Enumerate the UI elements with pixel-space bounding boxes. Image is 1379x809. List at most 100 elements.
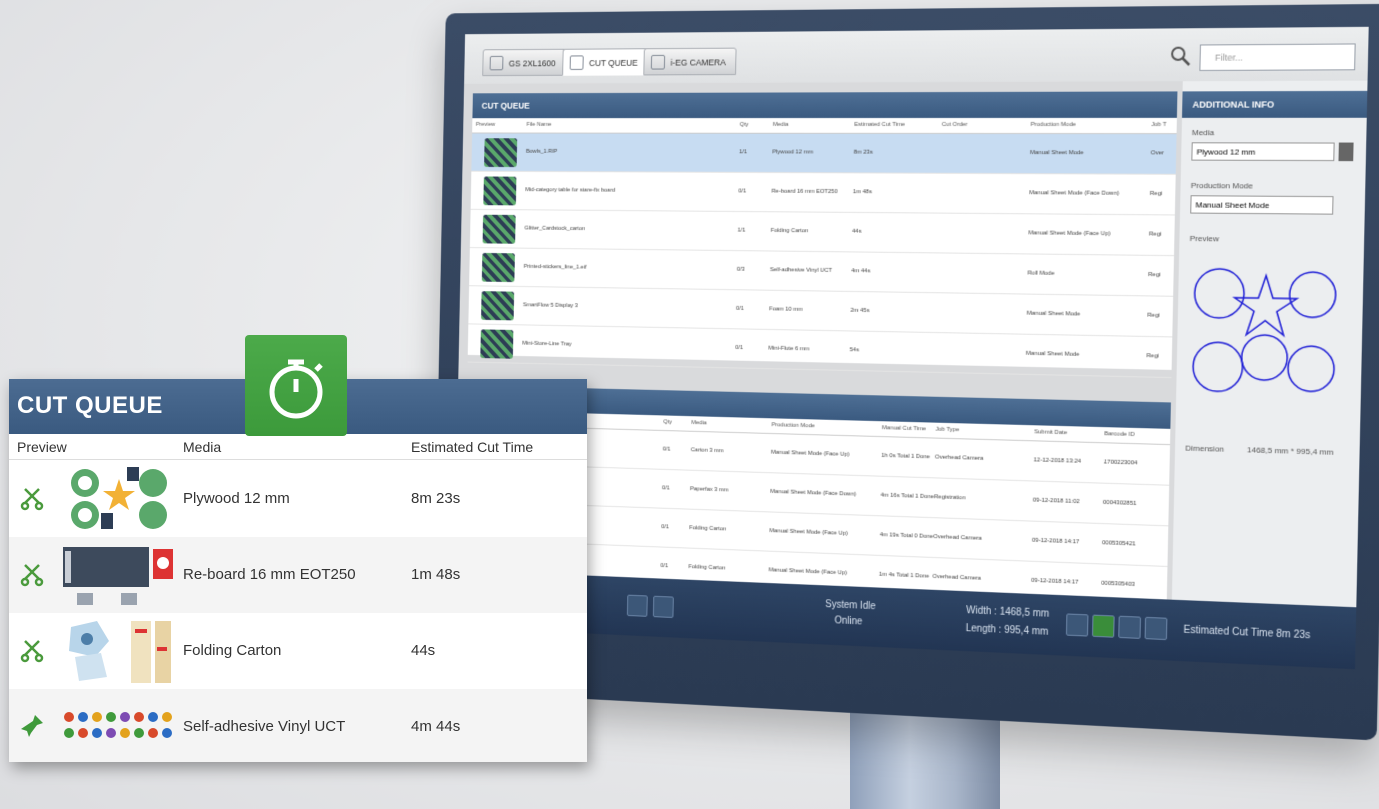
media-select[interactable]: Plywood 12 mm [1191,142,1335,162]
cell-file: Bowls_1.RIP [525,148,558,155]
cell-mode: Manual Sheet Mode [1025,350,1080,358]
job-thumbnail [480,329,514,359]
production-label: Production Mode [1190,180,1254,191]
edit-icon[interactable] [1338,142,1354,162]
additional-info-panel: ADDITIONAL INFO Media Plywood 12 mm Prod… [1170,80,1368,670]
col-media: Media [691,420,707,427]
col-job: Job T [1151,121,1167,129]
callout-row[interactable]: Folding Carton 44s [9,613,587,689]
job-thumbnail [482,214,516,244]
callout-row[interactable]: Self-adhesive Vinyl UCT 4m 44s [9,689,587,762]
cell-qty: 0/1 [738,188,747,195]
estimated-cut-time: Estimated Cut Time 8m 23s [1183,624,1311,642]
status-text: System Idle [825,599,876,613]
col-time: Estimated Cut Time [411,439,534,455]
cell-file: SmartFlow 5 Display 3 [522,302,578,310]
cell-time: 54s [849,347,860,354]
cell-media: Self-adhesive Vinyl UCT [769,267,833,274]
cell-barcode: 0005305421 [1101,540,1136,548]
stop-icon[interactable] [1065,613,1089,637]
table-header: Preview File Name Qty Media Estimated Cu… [472,117,1177,135]
panel-title: ADDITIONAL INFO [1192,99,1275,110]
camera-icon [650,54,666,70]
cell-qty: 0/3 [736,266,745,273]
cell-qty: 0/1 [735,305,744,312]
table-row[interactable]: Bowls_1.RIP 1/1 Plywood 12 mm 8m 23s Man… [471,133,1177,175]
cut-queue-table: Preview File Name Qty Media Estimated Cu… [467,117,1177,379]
media-label: Media [1191,128,1215,138]
play-icon[interactable] [1092,614,1115,638]
cell-mode: Roll Mode [1027,270,1055,277]
filter-input[interactable]: Filter... [1199,43,1356,71]
cell-qty: 1/1 [737,227,746,234]
cell-qty: 0/1 [662,446,671,453]
cell-time: 44s [852,228,862,235]
scissors-icon [20,640,44,663]
tab-device[interactable]: GS 2XL1600 [482,48,566,77]
row-media: Plywood 12 mm [183,490,290,507]
col-qty: Qty [663,419,673,426]
cell-date: 09-12-2018 14:17 [1031,537,1080,546]
cell-job-type: Overhead Camera [933,534,982,542]
cell-time: 4m 44s [851,268,871,275]
col-job-type: Job Type [935,426,960,434]
cell-job: Regi [1147,312,1160,319]
cell-media: Plywood 12 mm [772,149,814,156]
additional-info-header: ADDITIONAL INFO [1182,90,1368,118]
callout-row[interactable]: Plywood 12 mm 8m 23s [9,461,587,537]
cell-cut-time: 1h 0s Total 1 Done [881,452,931,461]
info-icon[interactable] [652,595,674,619]
stopwatch-icon [269,359,323,419]
row-time: 44s [411,642,436,659]
tab-camera[interactable]: i-EG CAMERA [643,47,737,76]
camera-refresh-icon[interactable] [1144,616,1168,641]
cell-media: Mini-Flute 6 mm [768,345,810,353]
scissors-icon [20,488,44,511]
col-qty: Qty [739,121,749,128]
cell-cut-time: 4m 16s Total 1 Done [880,492,935,501]
search-icon[interactable] [1169,45,1192,68]
cut-preview [1186,254,1345,410]
pin-icon [21,715,43,737]
stopwatch-badge [245,335,347,436]
callout-column-headers: Preview Media Estimated Cut Time [9,434,587,460]
cell-media: Folding Carton [770,227,809,235]
row-time: 4m 44s [411,718,461,735]
cell-date: 09-12-2018 14:17 [1031,577,1079,586]
cell-mode: Manual Sheet Mode (Face Up) [770,449,850,458]
cell-mode: Manual Sheet Mode [1029,150,1084,157]
table-row[interactable]: Mid-category table for stare-fix board 0… [470,171,1176,216]
tab-cut-queue[interactable]: CUT QUEUE [562,48,649,76]
panel-title: CUT QUEUE [481,100,530,111]
cutter-icon [489,55,504,71]
preview-label: Preview [1189,233,1219,244]
cell-date: 09-12-2018 11:02 [1032,497,1080,506]
cell-cut-time: 1m 4s Total 1 Done [878,571,930,580]
job-thumbnail [69,621,171,683]
width-readout: Width : 1468,5 mm [966,605,1050,620]
cell-file: Mini-Store-Line Tray [522,340,572,348]
cell-time: 2m 45s [850,307,870,314]
cell-job-type: Overhead Camera [932,573,982,582]
cell-job: Regi [1148,272,1161,279]
cell-qty: 0/1 [735,344,744,351]
cell-file: Glitter_Cardstock_carton [524,225,586,232]
cell-mode: Manual Sheet Mode (Face Up) [768,567,848,577]
camera-icon[interactable] [1118,615,1141,639]
dimension-value: 1468,5 mm * 995,4 mm [1246,445,1334,457]
cell-job: Regi [1149,190,1163,198]
cell-file: Printed-stickers_line_1.eif [523,263,587,271]
production-select[interactable]: Manual Sheet Mode [1190,195,1334,215]
cell-media: Paperfax 3 mm [689,486,729,494]
col-preview: Preview [17,439,67,455]
scissors-icon [20,564,44,587]
row-media: Re-board 16 mm EOT250 [183,566,356,583]
callout-row[interactable]: Re-board 16 mm EOT250 1m 48s [9,537,587,613]
col-mode: Production Mode [771,422,815,430]
cell-media: Folding Carton [689,525,727,533]
col-file: File Name [526,121,552,128]
layers-icon[interactable] [626,594,648,617]
job-thumbnail [63,547,173,605]
row-time: 8m 23s [411,490,461,507]
tab-label: CUT QUEUE [588,57,638,68]
